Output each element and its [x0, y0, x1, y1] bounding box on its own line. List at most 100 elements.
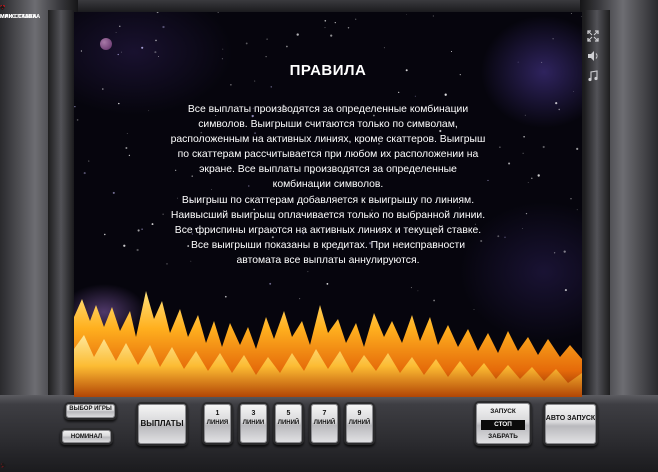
- lines-1-button[interactable]: 1 ЛИНИЯ: [202, 402, 233, 445]
- take-label: ЗАБРАТЬ: [488, 433, 518, 440]
- star: [254, 80, 256, 82]
- nominal-button[interactable]: НОМИНАЛ: [60, 428, 113, 445]
- star: [383, 47, 385, 49]
- volume-icon[interactable]: [586, 50, 600, 64]
- star: [230, 84, 232, 86]
- stop-label: СТОП: [481, 420, 525, 430]
- star: [155, 39, 157, 42]
- star: [324, 27, 326, 29]
- star: [221, 58, 223, 60]
- auto-start-button[interactable]: АВТО ЗАПУСК: [543, 402, 598, 446]
- lines-3-button[interactable]: 3 ЛИНИИ: [238, 402, 269, 445]
- line-label: ЛИНИЙ: [277, 420, 300, 426]
- star: [542, 145, 545, 149]
- star: [499, 146, 501, 148]
- line-label: ЛИНИИ: [242, 420, 265, 426]
- star: [83, 172, 86, 175]
- star: [330, 34, 333, 37]
- star: [497, 235, 500, 238]
- line-count: 7: [322, 410, 327, 417]
- star: [128, 154, 131, 157]
- line-label: ЛИНИЙ: [348, 420, 371, 426]
- line-count: 1: [215, 410, 220, 417]
- cabinet-left-frame: [0, 0, 78, 400]
- star: [118, 102, 120, 105]
- select-game-button[interactable]: ВЫБОР ИГРЫ: [64, 402, 117, 420]
- star: [555, 102, 558, 105]
- star: [570, 198, 572, 200]
- star: [527, 182, 529, 183]
- star: [217, 12, 219, 13]
- star: [398, 91, 400, 94]
- line-count: 3: [251, 410, 256, 417]
- star: [523, 135, 525, 138]
- star: [162, 25, 165, 29]
- star: [286, 45, 288, 48]
- star: [552, 38, 554, 40]
- star: [126, 133, 128, 134]
- star: [80, 50, 82, 52]
- star: [115, 32, 117, 33]
- star: [125, 147, 128, 149]
- fullscreen-icon[interactable]: [586, 30, 600, 44]
- max-bet-label: МАКС СТАВКА: [0, 14, 41, 20]
- star: [269, 282, 272, 285]
- star: [245, 42, 248, 45]
- star: [148, 110, 150, 112]
- line-count: 9: [357, 410, 362, 417]
- star: [576, 209, 578, 211]
- star: [265, 55, 267, 58]
- star: [158, 56, 159, 57]
- star: [266, 38, 268, 40]
- spade-icon: ♠: [0, 2, 5, 12]
- star: [573, 91, 575, 92]
- star: [558, 108, 560, 111]
- star: [576, 147, 579, 150]
- star: [117, 53, 119, 56]
- star: [504, 236, 506, 239]
- rules-title: ПРАВИЛА: [289, 62, 367, 79]
- star: [112, 191, 115, 194]
- star: [104, 233, 106, 236]
- star: [334, 21, 336, 24]
- rules-paragraph-1: Все выплаты производятся за определенные…: [170, 104, 486, 191]
- game-screen: ПРАВИЛА Все выплаты производятся за опре…: [74, 12, 582, 397]
- star: [119, 25, 121, 27]
- line-label: ЛИНИЯ: [206, 420, 229, 426]
- star: [88, 160, 90, 162]
- rules-text: Все выплаты производятся за определенные…: [169, 102, 487, 268]
- star: [450, 50, 453, 53]
- lines-7-button[interactable]: 7 ЛИНИЙ: [309, 402, 340, 445]
- star: [414, 95, 416, 97]
- star: [121, 51, 123, 53]
- payouts-button[interactable]: ВЫПЛАТЫ: [136, 402, 188, 446]
- star: [524, 114, 526, 116]
- star: [137, 229, 140, 232]
- star: [563, 250, 566, 253]
- star: [531, 177, 533, 180]
- star: [553, 252, 556, 254]
- right-frame-bevel: [584, 10, 610, 400]
- star: [487, 179, 489, 181]
- music-icon[interactable]: [586, 70, 600, 84]
- lines-9-button[interactable]: 9 ЛИНИЙ: [344, 402, 375, 445]
- star: [296, 33, 299, 36]
- star: [508, 162, 511, 165]
- star: [141, 46, 144, 49]
- planet-decoration: [100, 38, 112, 50]
- rules-paragraph-2: Выигрыш по скаттерам добавляется к выигр…: [170, 194, 486, 266]
- star: [347, 27, 350, 29]
- star: [151, 223, 154, 226]
- star: [74, 106, 76, 108]
- star: [154, 51, 157, 54]
- star: [123, 244, 126, 247]
- star: [141, 228, 143, 231]
- star: [521, 228, 523, 229]
- start-stop-take-button[interactable]: ЗАПУСК СТОП ЗАБРАТЬ: [474, 401, 532, 446]
- star: [270, 86, 272, 88]
- star: [136, 248, 139, 252]
- lines-5-button[interactable]: 5 ЛИНИЙ: [273, 402, 304, 445]
- line-count: 5: [286, 410, 291, 417]
- flames-decoration: [74, 291, 582, 397]
- line-label: ЛИНИЙ: [313, 420, 336, 426]
